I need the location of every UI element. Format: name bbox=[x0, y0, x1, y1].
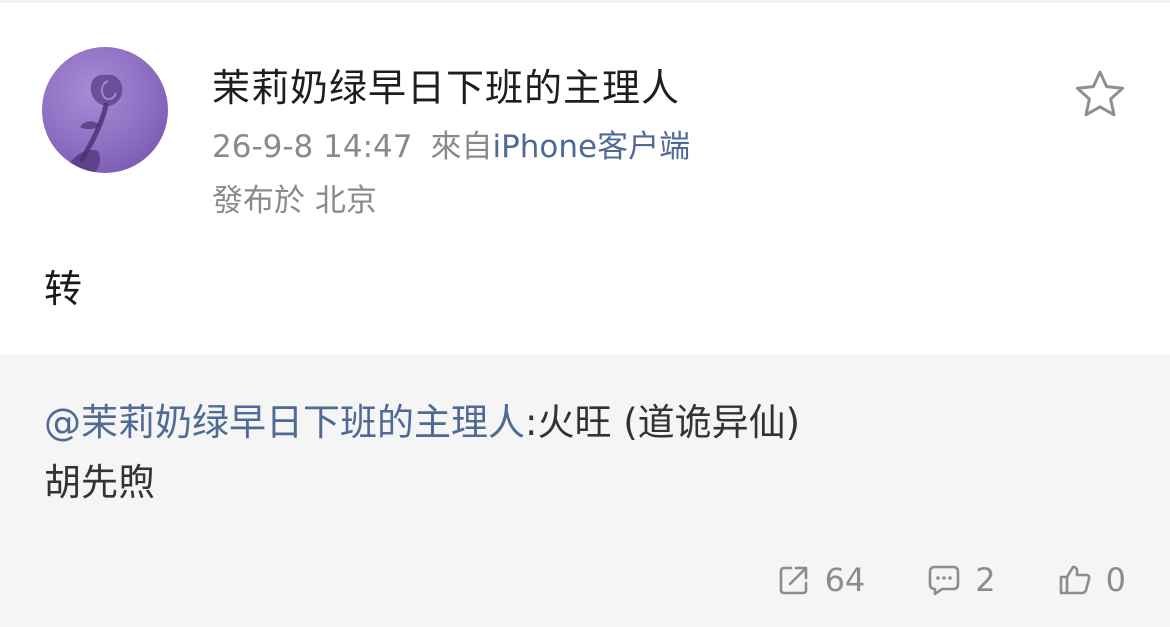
post-username[interactable]: 茉莉奶绿早日下班的主理人 bbox=[212, 65, 680, 111]
source-app-link[interactable]: iPhone客户端 bbox=[492, 129, 690, 165]
star-outline-icon bbox=[1076, 70, 1124, 117]
post-meta: 26-9-8 14:47 來自iPhone客户端 bbox=[212, 127, 690, 167]
share-icon bbox=[779, 566, 807, 595]
repost-body: @茉莉奶绿早日下班的主理人:火旺 (道诡异仙) 胡先煦 bbox=[44, 393, 1134, 513]
post-location: 發布於 北京 bbox=[212, 183, 377, 219]
repost-action-bar: 64 2 0 bbox=[777, 557, 1126, 603]
avatar[interactable] bbox=[42, 47, 168, 173]
comment-icon bbox=[928, 565, 960, 596]
comment-count: 2 bbox=[975, 561, 996, 599]
like-count: 0 bbox=[1105, 561, 1126, 599]
weibo-post: 茉莉奶绿早日下班的主理人 26-9-8 14:47 來自iPhone客户端 發布於… bbox=[0, 3, 1170, 355]
favorite-button[interactable] bbox=[1074, 69, 1126, 119]
like-button[interactable]: 0 bbox=[1058, 560, 1126, 600]
share-button[interactable]: 64 bbox=[777, 560, 866, 600]
thumbs-up-icon bbox=[1059, 565, 1091, 595]
repost-mention-link[interactable]: @茉莉奶绿早日下班的主理人 bbox=[44, 401, 525, 444]
post-text: 转 bbox=[44, 267, 83, 311]
source-prefix: 來自 bbox=[430, 129, 493, 165]
comment-button[interactable]: 2 bbox=[927, 560, 996, 600]
share-count: 64 bbox=[824, 561, 866, 599]
reposted-content[interactable]: @茉莉奶绿早日下班的主理人:火旺 (道诡异仙) 胡先煦 64 2 0 bbox=[0, 355, 1170, 627]
post-time: 26-9-8 14:47 bbox=[212, 129, 413, 165]
rose-silhouette-icon bbox=[64, 74, 123, 173]
